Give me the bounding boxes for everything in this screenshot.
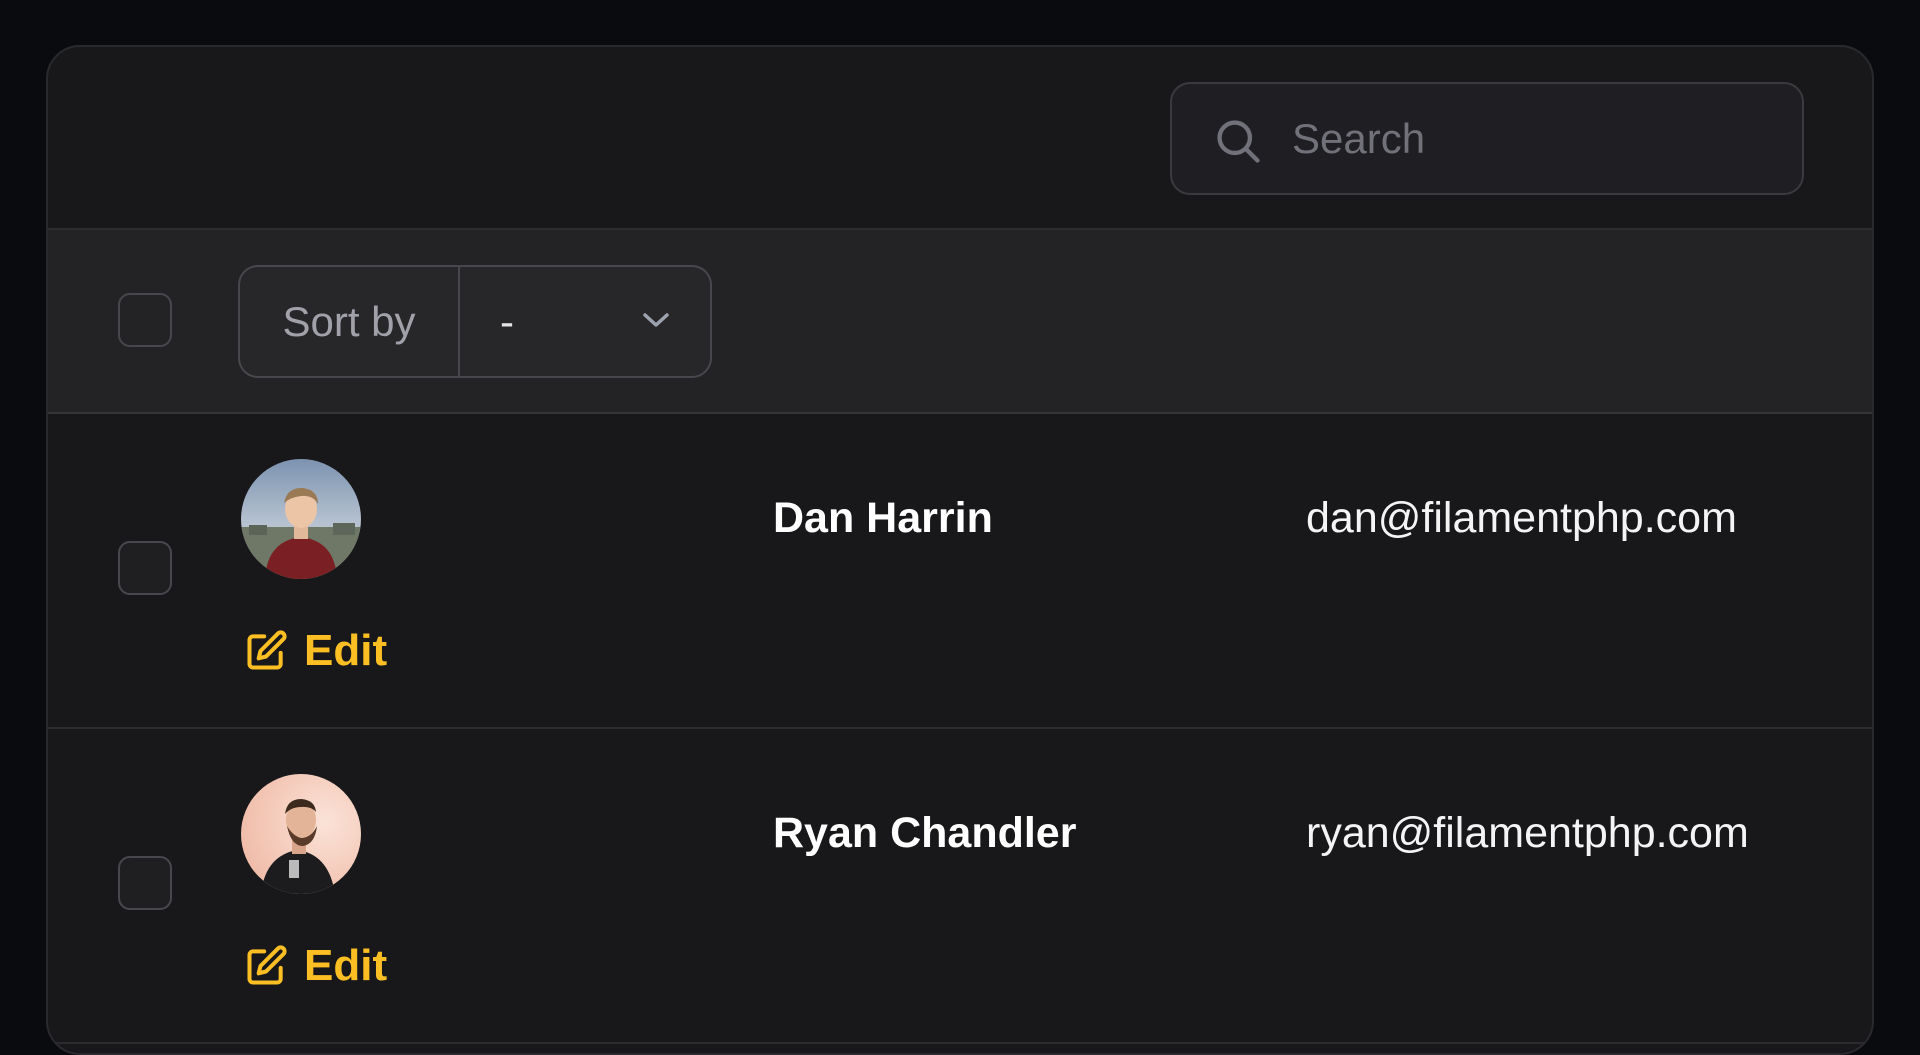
table-card: Sort by - (46, 45, 1874, 1055)
user-name: Ryan Chandler (773, 809, 1077, 857)
table-toolbar: Sort by - (48, 230, 1872, 414)
edit-button[interactable]: Edit (244, 941, 387, 991)
table-header (48, 47, 1872, 230)
search-input[interactable] (1292, 84, 1782, 193)
sort-control[interactable]: Sort by - (238, 265, 712, 378)
table-row: Edit Ryan Chandler ryan@filamentphp.com (48, 729, 1872, 1044)
edit-icon (247, 945, 287, 985)
table-row: Edit Dan Harrin dan@filamentphp.com (48, 414, 1872, 729)
user-email: ryan@filamentphp.com (1306, 809, 1749, 857)
sort-select[interactable]: - (460, 267, 710, 376)
row-checkbox[interactable] (118, 856, 172, 910)
avatar (241, 459, 361, 579)
select-all-checkbox[interactable] (118, 293, 172, 347)
chevron-down-icon (643, 313, 669, 327)
user-name: Dan Harrin (773, 494, 993, 542)
edit-label: Edit (304, 626, 388, 675)
sort-select-value: - (500, 297, 514, 345)
edit-button[interactable]: Edit (244, 626, 387, 676)
user-email: dan@filamentphp.com (1306, 494, 1737, 542)
sort-label: Sort by (240, 267, 460, 376)
avatar (241, 774, 361, 894)
edit-icon (247, 630, 287, 670)
search-box[interactable] (1170, 82, 1804, 195)
row-checkbox[interactable] (118, 541, 172, 595)
search-icon (1217, 120, 1260, 163)
edit-label: Edit (304, 941, 388, 990)
